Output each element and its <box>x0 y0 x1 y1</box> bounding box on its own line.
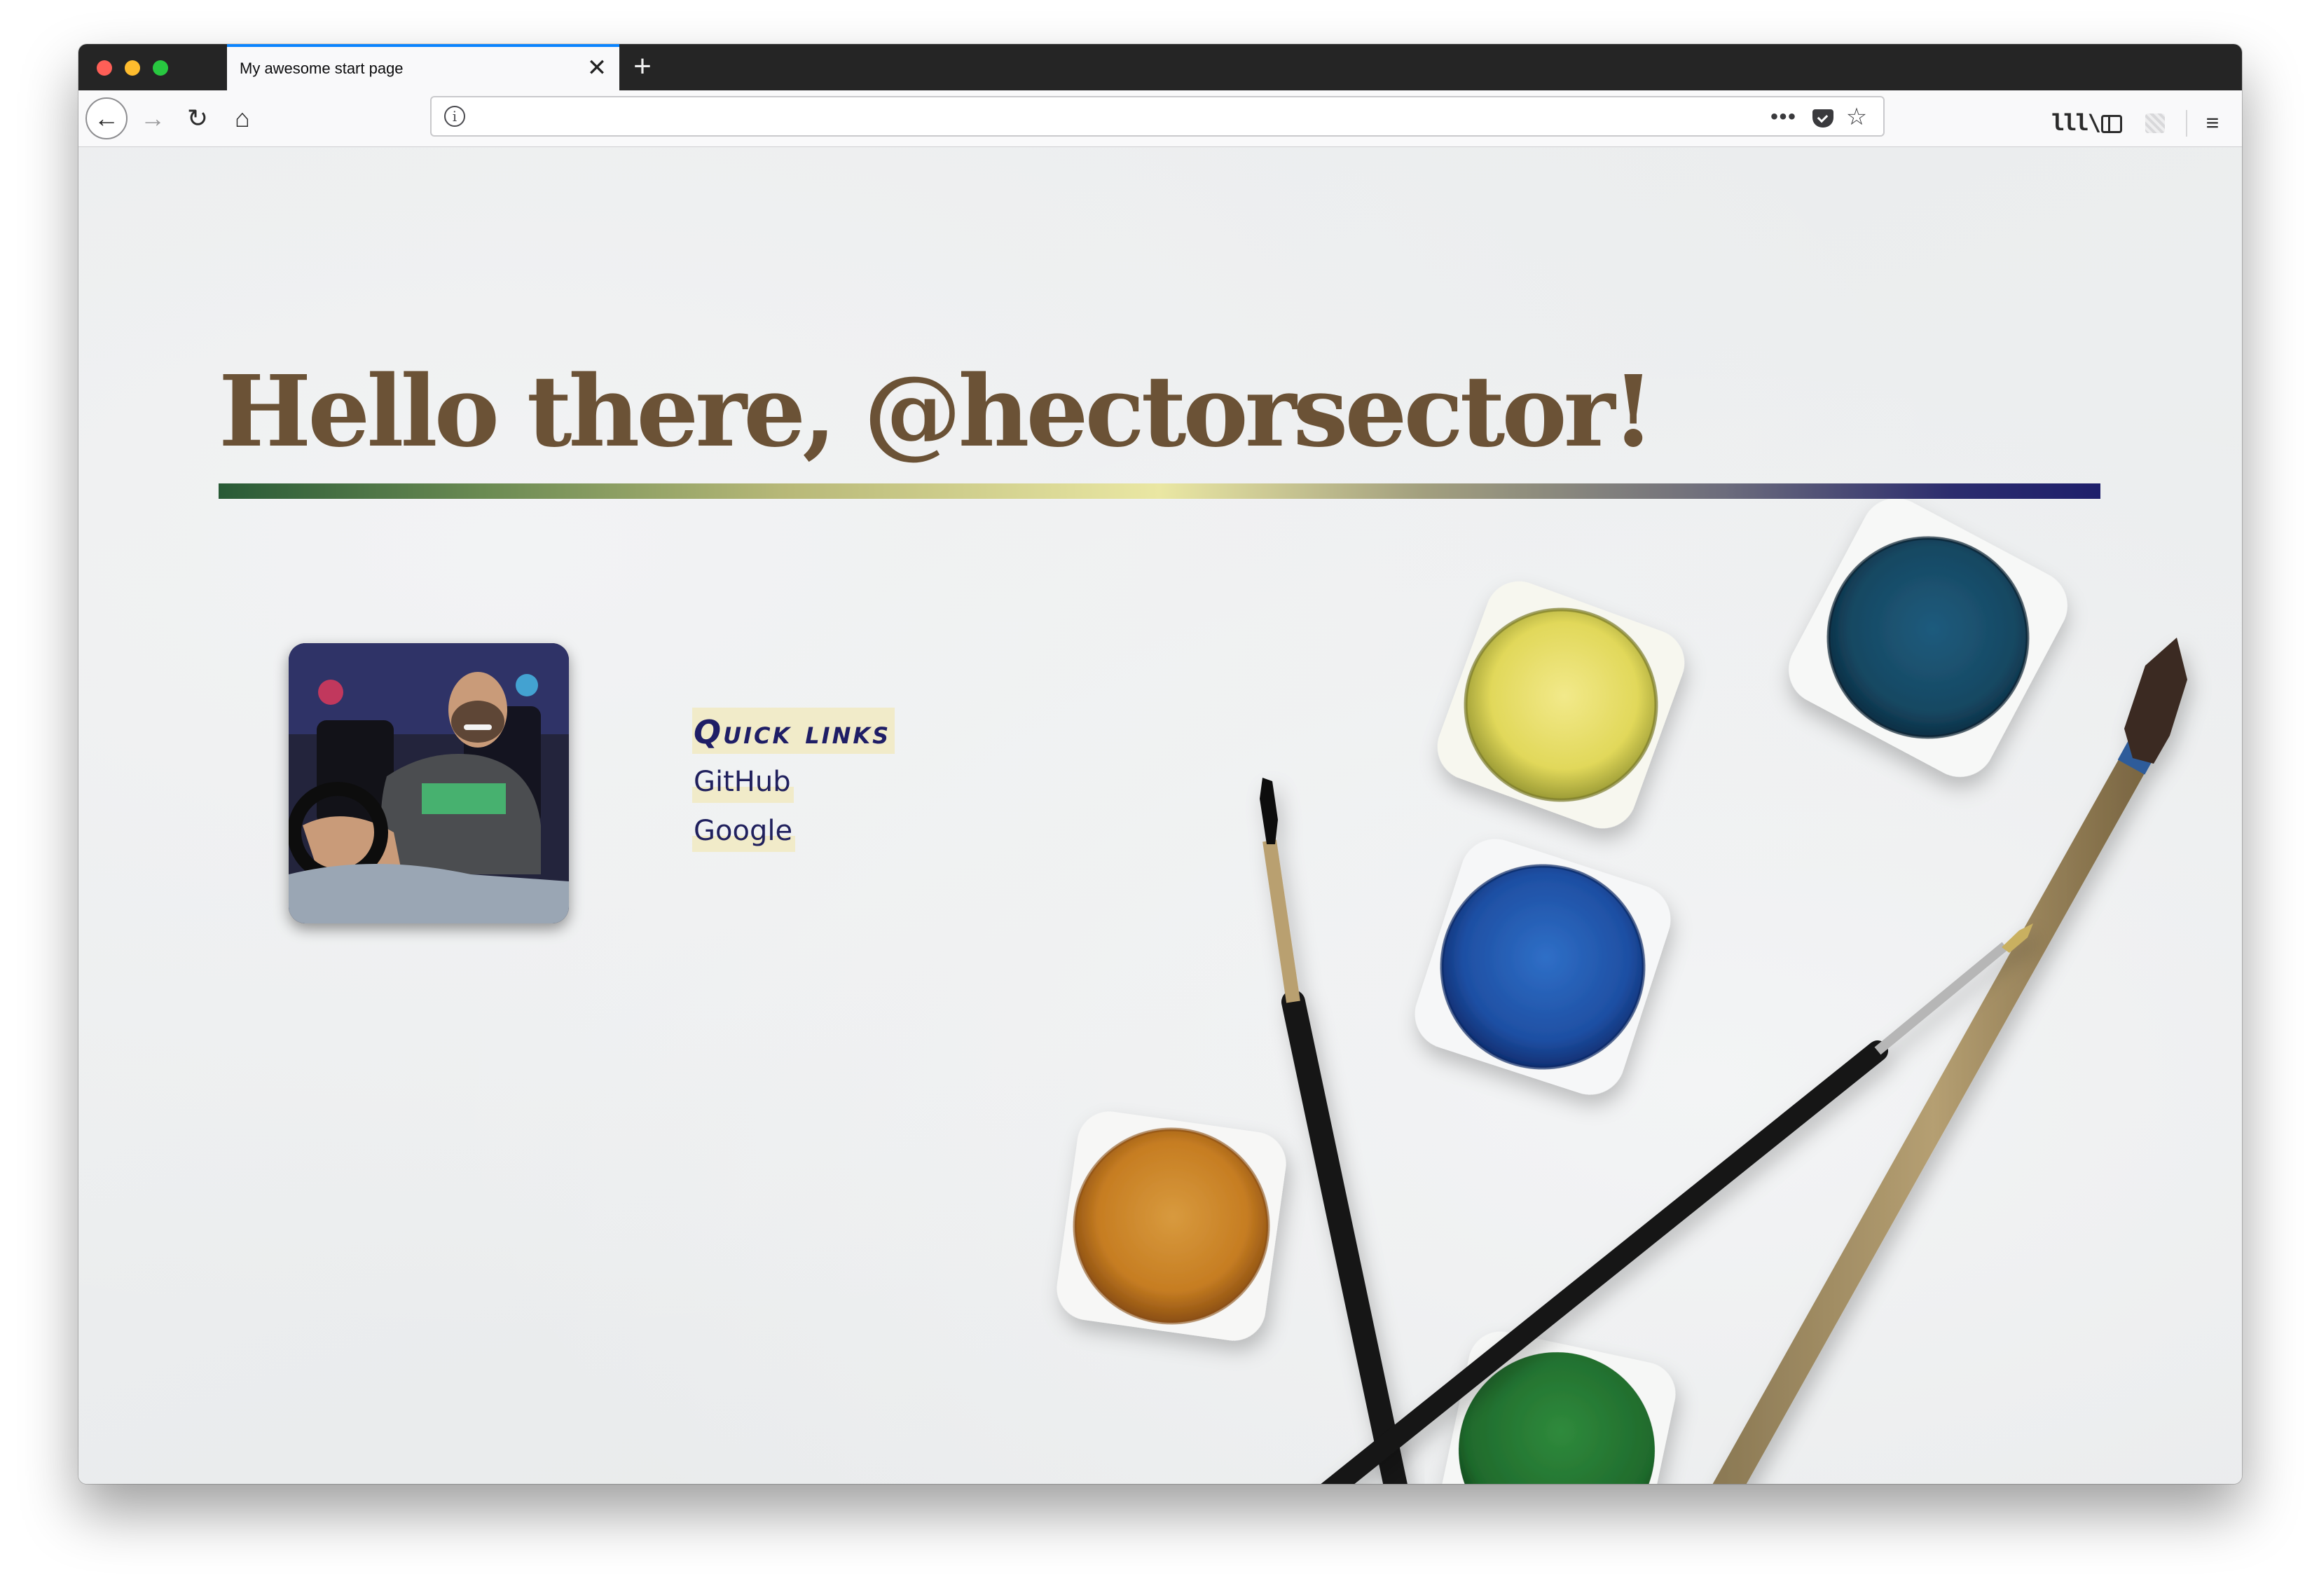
back-button[interactable]: ← <box>85 97 128 139</box>
green-paint-pan <box>1438 1331 1676 1484</box>
tab-start-page[interactable]: My awesome start page ✕ <box>227 44 619 90</box>
gradient-underline <box>219 483 2100 499</box>
close-tab-icon[interactable]: ✕ <box>584 54 610 82</box>
teal-paint-pan <box>1789 498 2067 777</box>
forward-button[interactable]: → <box>135 100 171 137</box>
maximize-window-button[interactable] <box>153 60 168 76</box>
quick-links-heading: Quick links <box>692 708 895 754</box>
home-button[interactable]: ⌂ <box>224 100 261 137</box>
address-bar[interactable]: i ••• ☆ <box>430 96 1885 137</box>
yellow-paint-pan <box>1437 581 1685 829</box>
link-github[interactable]: GitHub <box>692 761 794 803</box>
profile-avatar <box>289 643 569 923</box>
new-tab-button[interactable]: + <box>625 50 660 85</box>
library-icon[interactable]: lll\ <box>2051 106 2101 139</box>
orange-paint-pan <box>1057 1111 1286 1341</box>
tab-strip: My awesome start page ✕ + <box>78 44 2242 90</box>
close-window-button[interactable] <box>97 60 112 76</box>
browser-window: My awesome start page ✕ + ← → ↻ ⌂ i ••• … <box>78 44 2242 1484</box>
extension-icon[interactable] <box>2138 106 2172 139</box>
black-brush-vertical <box>1260 778 1408 1484</box>
tab-title: My awesome start page <box>240 60 404 77</box>
minimize-window-button[interactable] <box>125 60 140 76</box>
reload-button[interactable]: ↻ <box>179 100 216 137</box>
info-icon[interactable]: i <box>444 106 465 127</box>
hamburger-menu-icon[interactable]: ≡ <box>2196 106 2229 139</box>
start-page: Hello there, @hectorsector! Quick links … <box>78 147 2242 1484</box>
bookmark-star-icon[interactable]: ☆ <box>1843 103 1871 131</box>
pocket-icon[interactable] <box>1809 103 1837 131</box>
link-google[interactable]: Google <box>692 810 796 852</box>
sidebar-toggle-icon[interactable] <box>2095 106 2128 139</box>
blue-paint-pan <box>1415 839 1671 1095</box>
quick-links-section: Quick links GitHub Google <box>692 708 895 852</box>
greeting-heading: Hello there, @hectorsector! <box>219 355 1655 469</box>
page-actions-icon[interactable]: ••• <box>1768 103 1799 131</box>
toolbar-separator <box>2186 110 2187 137</box>
